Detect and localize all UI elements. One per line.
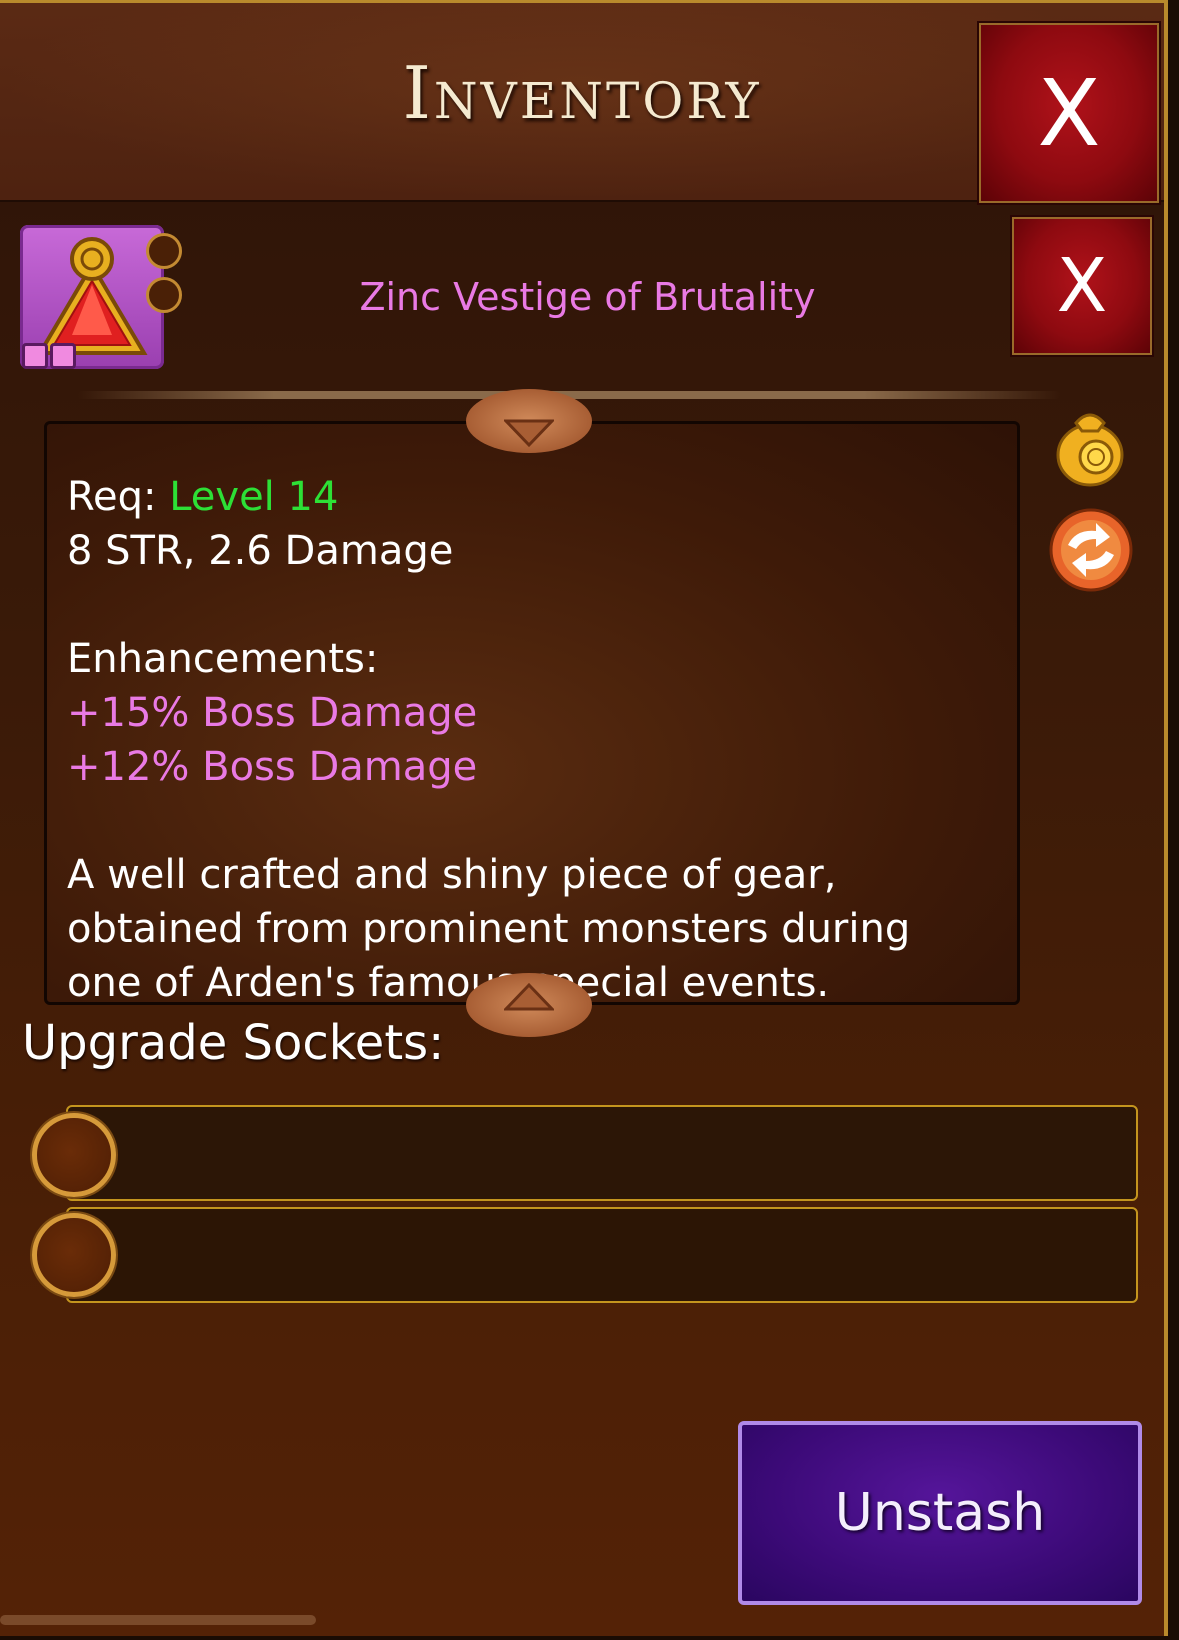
scrollbar[interactable] bbox=[0, 1615, 316, 1625]
chevron-up-icon bbox=[504, 982, 554, 1011]
scroll-down-button[interactable] bbox=[466, 389, 592, 453]
enhancement-2: +12% Boss Damage bbox=[67, 744, 478, 790]
socket-slot-1[interactable] bbox=[32, 1113, 116, 1197]
upgrade-sockets-label: Upgrade Sockets: bbox=[22, 1015, 445, 1071]
unstash-button[interactable]: Unstash bbox=[738, 1421, 1142, 1605]
item-description-panel[interactable]: Req: Level 14 8 STR, 2.6 Damage Enhancem… bbox=[44, 421, 1020, 1005]
description-line-1: A well crafted and shiny piece of gear, bbox=[67, 852, 837, 898]
requirement-level: Level 14 bbox=[169, 474, 339, 520]
requirement-line: Req: Level 14 bbox=[67, 474, 339, 520]
item-description: Req: Level 14 8 STR, 2.6 Damage Enhancem… bbox=[67, 470, 997, 1002]
item-icon[interactable] bbox=[20, 225, 164, 369]
enhancement-1: +15% Boss Damage bbox=[67, 690, 478, 736]
description-line-2: obtained from prominent monsters during bbox=[67, 906, 911, 952]
socket-slot-2[interactable] bbox=[32, 1213, 116, 1297]
item-name: Zinc Vestige of Brutality bbox=[359, 275, 816, 319]
inventory-window: Inventory X Zinc Vestige of Brutality X … bbox=[0, 0, 1168, 1636]
close-item-button[interactable]: X bbox=[1010, 215, 1154, 357]
enhancements-label: Enhancements: bbox=[67, 636, 379, 682]
gem-slot-2 bbox=[50, 343, 76, 369]
item-stats: 8 STR, 2.6 Damage bbox=[67, 528, 454, 574]
sell-button[interactable] bbox=[1054, 401, 1126, 493]
scroll-up-button[interactable] bbox=[466, 973, 592, 1037]
gem-slot-1 bbox=[22, 343, 48, 369]
chevron-down-icon bbox=[504, 419, 554, 448]
swap-button[interactable] bbox=[1046, 507, 1136, 597]
upgrade-slot-indicator-1 bbox=[146, 233, 182, 269]
upgrade-socket-1[interactable] bbox=[66, 1105, 1138, 1201]
swap-arrows-icon bbox=[1049, 508, 1133, 592]
close-inventory-button[interactable]: X bbox=[977, 21, 1161, 205]
coin-bag-icon bbox=[1056, 413, 1124, 487]
upgrade-socket-2[interactable] bbox=[66, 1207, 1138, 1303]
